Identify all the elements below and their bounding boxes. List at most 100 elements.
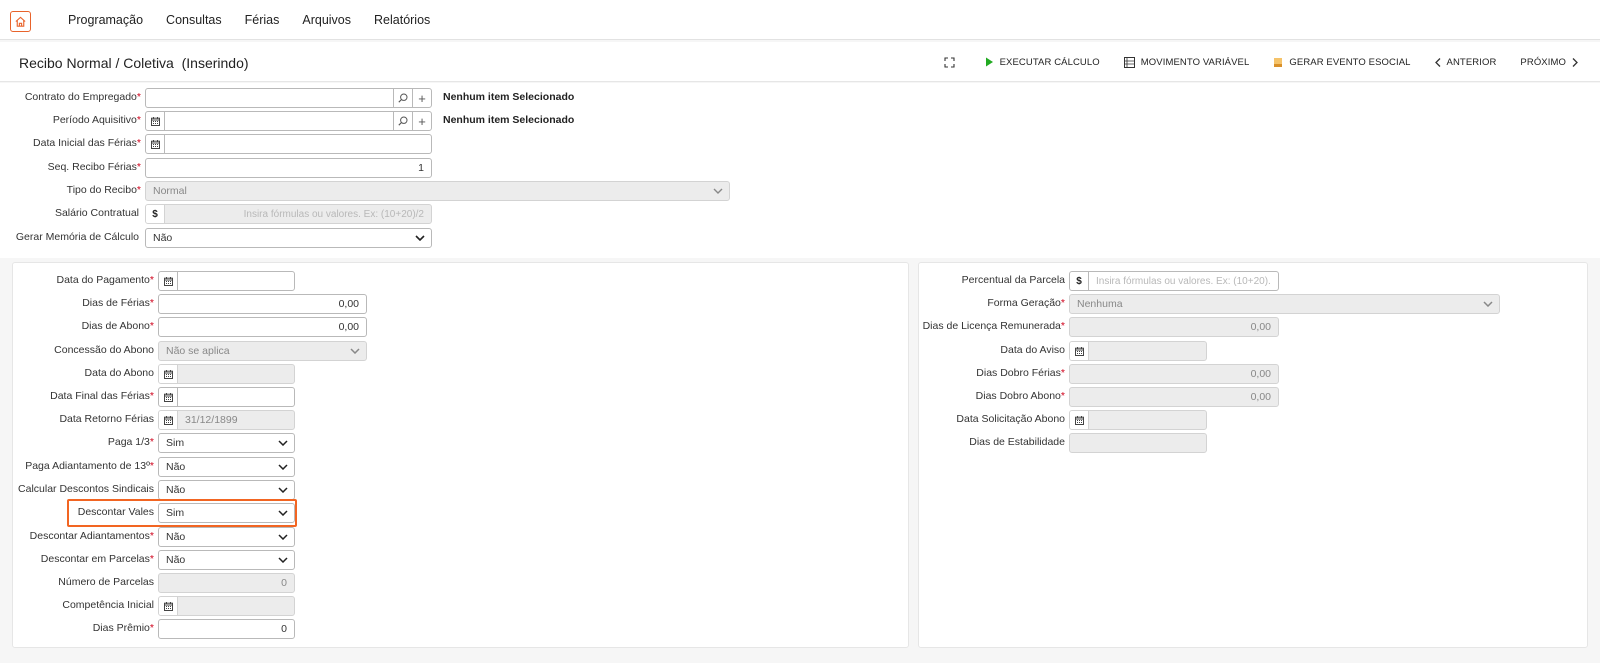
dias-licenca-input[interactable]: 0,00 [1069,317,1279,337]
play-icon [985,57,993,67]
data-aviso-calendar-button[interactable] [1070,342,1089,360]
calendar-icon [150,139,160,149]
home-button[interactable] [10,11,31,32]
data-inicial-calendar-button[interactable] [146,135,165,153]
dias-premio-input[interactable]: 0 [158,619,295,639]
chevron-down-icon [276,487,290,493]
menu-relatorios[interactable]: Relatórios [374,13,430,27]
chevron-down-icon [413,235,427,241]
percentual-label: Percentual da Parcela [961,274,1065,286]
numero-parcelas-input[interactable]: 0 [158,573,295,593]
dias-licenca-value: 0,00 [1250,321,1271,333]
next-label: PRÓXIMO [1520,56,1566,68]
salario-row: Salário Contratual [0,204,139,224]
dobro-abono-input[interactable]: 0,00 [1069,387,1279,407]
percentual-row: Percentual da Parcela [0,271,1065,291]
next-button[interactable]: PRÓXIMO [1520,57,1584,68]
data-inicial-input[interactable] [145,134,432,154]
generate-esocial-label: GERAR EVENTO ESOCIAL [1289,56,1411,68]
dobro-ferias-label: Dias Dobro Férias* [976,367,1065,379]
chevron-down-icon [1481,301,1495,307]
periodo-info: Nenhum item Selecionado [443,114,575,126]
dollar-icon: $ [146,205,165,223]
variable-movement-label: MOVIMENTO VARIÁVEL [1140,56,1250,68]
menu-programacao[interactable]: Programação [68,13,143,27]
execute-calc-button[interactable]: EXECUTAR CÁLCULO [985,57,1100,68]
descontar-adiant-value: Não [166,531,186,543]
forma-geracao-label: Forma Geração* [987,297,1065,309]
data-solic-row: Data Solicitação Abono [0,410,1065,430]
menu-arquivos[interactable]: Arquivos [302,13,351,27]
chevron-down-icon [276,557,290,563]
previous-button[interactable]: ANTERIOR [1434,56,1497,68]
dias-premio-value: 0 [281,623,287,635]
estabilidade-input[interactable] [1069,433,1207,453]
numero-parcelas-value: 0 [281,577,287,589]
toolbar: EXECUTAR CÁLCULO MOVIMENTO VARIÁVEL GERA… [920,42,1584,82]
periodo-add-button[interactable]: + [412,112,431,130]
dias-licenca-row: Dias de Licença Remunerada* [0,317,1065,337]
seq-recibo-row: Seq. Recibo Férias* [0,158,141,178]
memoria-value: Não [153,232,173,244]
forma-geracao-select[interactable]: Nenhuma [1069,294,1500,314]
seq-recibo-input[interactable]: 1 [145,158,432,178]
descontar-adiant-select[interactable]: Não [158,527,295,547]
data-inicial-label: Data Inicial das Férias* [33,137,141,149]
descontar-parcelas-label: Descontar em Parcelas* [40,553,154,565]
memoria-label: Gerar Memória de Cálculo [15,231,139,243]
salario-placeholder: Insira fórmulas ou valores. Ex: (10+20)/… [243,208,424,220]
top-navbar: Programação Consultas Férias Arquivos Re… [0,0,1600,40]
data-inicial-row: Data Inicial das Férias* [0,134,141,154]
variable-movement-button[interactable]: MOVIMENTO VARIÁVEL [1123,56,1250,68]
data-solic-calendar-button[interactable] [1070,411,1089,429]
plus-icon: + [418,113,426,129]
dobro-ferias-input[interactable]: 0,00 [1069,364,1279,384]
percentual-input[interactable]: $ Insira fórmulas ou valores. Ex: (10+20)… [1069,271,1279,291]
calendar-icon [150,116,160,126]
dias-premio-row: Dias Prêmio* [0,619,154,639]
competencia-calendar-button[interactable] [159,597,178,615]
fullscreen-button[interactable] [944,56,961,68]
calendar-icon [1074,346,1084,356]
page-title: Recibo Normal / Coletiva (Inserindo) [19,55,249,71]
salario-input[interactable]: $ Insira fórmulas ou valores. Ex: (10+20… [145,204,432,224]
dobro-ferias-value: 0,00 [1250,368,1271,380]
memoria-select[interactable]: Não [145,228,432,248]
tipo-recibo-row: Tipo do Recibo* [0,181,141,201]
tipo-recibo-select[interactable]: Normal [145,181,730,201]
calc-sindicais-row: Calcular Descontos Sindicais [0,480,154,500]
descontar-adiant-label: Descontar Adiantamentos* [29,530,154,542]
menu-ferias[interactable]: Férias [245,13,280,27]
memoria-row: Gerar Memória de Cálculo [0,228,139,248]
descontar-parcelas-value: Não [166,554,186,566]
contrato-add-button[interactable]: + [412,89,431,107]
chevron-down-icon [276,464,290,470]
descontar-adiant-row: Descontar Adiantamentos* [0,527,154,547]
salario-label: Salário Contratual [54,207,139,219]
menu-consultas[interactable]: Consultas [166,13,222,27]
calc-sindicais-label: Calcular Descontos Sindicais [18,483,154,495]
contrato-input[interactable]: + [145,88,432,108]
data-aviso-label: Data do Aviso [1000,344,1065,356]
fullscreen-icon [944,56,955,68]
contrato-search-button[interactable] [393,89,412,107]
tipo-recibo-label: Tipo do Recibo* [66,184,141,196]
paga-adiant-select[interactable]: Não [158,457,295,477]
periodo-input[interactable]: + [145,111,432,131]
dobro-abono-value: 0,00 [1250,391,1271,403]
main-menu: Programação Consultas Férias Arquivos Re… [68,0,453,40]
calc-sindicais-select[interactable]: Não [158,480,295,500]
data-aviso-row: Data do Aviso [0,341,1065,361]
data-solic-input[interactable] [1069,410,1207,430]
calc-sindicais-value: Não [166,484,186,496]
dias-premio-label: Dias Prêmio* [92,622,154,634]
periodo-search-button[interactable] [393,112,412,130]
data-aviso-input[interactable] [1069,341,1207,361]
periodo-calendar-button[interactable] [146,112,165,130]
chevron-right-icon [1572,57,1578,67]
previous-label: ANTERIOR [1446,56,1497,68]
generate-esocial-button[interactable]: GERAR EVENTO ESOCIAL [1273,57,1410,68]
contrato-label: Contrato do Empregado* [24,91,141,103]
descontar-parcelas-select[interactable]: Não [158,550,295,570]
competencia-input[interactable] [158,596,295,616]
